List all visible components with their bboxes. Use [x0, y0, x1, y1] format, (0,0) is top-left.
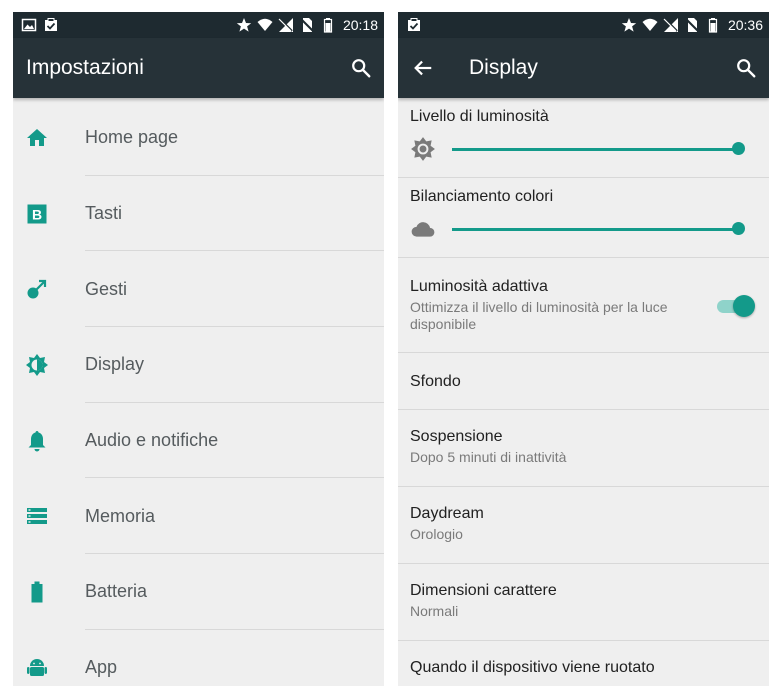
battery-status-icon: [323, 18, 333, 33]
buttons-icon: B: [27, 204, 47, 224]
settings-item-label: App: [85, 657, 118, 678]
sleep-setting[interactable]: Sospensione Dopo 5 minuti di inattività: [398, 410, 769, 487]
wifi-icon: [642, 18, 658, 31]
gallery-notification-icon: [21, 18, 37, 32]
settings-item-gesti[interactable]: Gesti: [13, 251, 384, 328]
color-balance-slider[interactable]: [452, 222, 745, 235]
settings-item-home-page[interactable]: Home page: [13, 100, 384, 176]
search-button[interactable]: [733, 55, 759, 81]
rotation-title: Quando il dispositivo viene ruotato: [410, 659, 655, 676]
app-bar: Impostazioni: [13, 38, 384, 98]
search-icon: [737, 59, 756, 78]
home-icon: [27, 128, 47, 146]
settings-item-memoria[interactable]: Memoria: [13, 478, 384, 555]
settings-list: Home page B Tasti Gesti Display Audio e …: [13, 98, 384, 686]
android-icon: [27, 658, 47, 676]
font-size-title: Dimensioni carattere: [410, 582, 557, 599]
no-signal-icon: [278, 18, 293, 32]
brightness-sun-icon: [411, 137, 435, 161]
daydream-subtitle: Orologio: [410, 526, 463, 542]
toggle-thumb: [733, 295, 755, 317]
daydream-setting[interactable]: Daydream Orologio: [398, 487, 769, 564]
rotation-setting[interactable]: Quando il dispositivo viene ruotato: [398, 641, 769, 686]
color-balance-title: Bilanciamento colori: [410, 188, 554, 205]
settings-screen: 20:18 Impostazioni Home page B Tasti Ges…: [13, 12, 384, 686]
color-balance-setting: Bilanciamento colori: [398, 178, 769, 258]
storage-icon: [27, 508, 47, 525]
settings-item-display[interactable]: Display: [13, 327, 384, 403]
settings-item-label: Display: [85, 354, 145, 375]
back-button[interactable]: [410, 55, 436, 81]
star-icon: [236, 18, 252, 32]
battery-status-icon: [708, 18, 718, 33]
search-icon: [352, 59, 371, 78]
brightness-slider[interactable]: [452, 142, 745, 155]
font-size-subtitle: Normali: [410, 603, 459, 619]
adaptive-brightness-title: Luminosità adattiva: [410, 278, 548, 295]
settings-item-label: Tasti: [85, 203, 123, 224]
adaptive-brightness-setting[interactable]: Luminosità adattiva Ottimizza il livello…: [398, 258, 769, 353]
settings-item-label: Memoria: [85, 505, 156, 526]
brightness-setting: Livello di luminosità: [398, 98, 769, 178]
bell-icon: [28, 430, 46, 452]
clipboard-check-icon: [408, 18, 420, 31]
clipboard-check-icon: [45, 18, 57, 31]
display-settings-screen: 20:36 Display Livello di luminosità Bila…: [398, 12, 769, 686]
settings-item-app[interactable]: App: [13, 630, 384, 686]
brightness-slider-handle[interactable]: [731, 142, 745, 155]
search-button[interactable]: [348, 55, 374, 81]
brightness-title: Livello di luminosità: [410, 108, 549, 125]
settings-item-label: Gesti: [85, 278, 128, 299]
gesture-icon: [27, 280, 47, 299]
settings-item-label: Audio e notifiche: [85, 430, 219, 451]
wifi-icon: [257, 18, 273, 31]
svg-text:B: B: [32, 206, 42, 222]
sleep-title: Sospensione: [410, 428, 503, 445]
sleep-subtitle: Dopo 5 minuti di inattività: [410, 449, 567, 465]
font-size-setting[interactable]: Dimensioni carattere Normali: [398, 564, 769, 641]
display-settings-list: Livello di luminosità Bilanciamento colo…: [398, 98, 769, 686]
back-arrow-icon: [414, 60, 432, 76]
page-title: Display: [469, 56, 538, 79]
status-bar: 20:36: [398, 12, 769, 38]
battery-icon: [31, 581, 43, 603]
no-signal-icon: [663, 18, 678, 32]
adaptive-brightness-subtitle: Ottimizza il livello di luminosità per l…: [410, 299, 668, 332]
settings-item-label: Batteria: [85, 581, 148, 602]
color-balance-slider-handle[interactable]: [731, 222, 745, 235]
star-icon: [621, 18, 637, 32]
wallpaper-title: Sfondo: [410, 372, 461, 390]
page-title: Impostazioni: [26, 56, 144, 79]
no-sim-icon: [300, 18, 314, 32]
app-bar: Display: [398, 38, 769, 98]
no-sim-icon: [685, 18, 699, 32]
daydream-title: Daydream: [410, 505, 484, 522]
status-bar: 20:18: [13, 12, 384, 38]
settings-item-batteria[interactable]: Batteria: [13, 554, 384, 630]
settings-item-tasti[interactable]: B Tasti: [13, 176, 384, 252]
settings-item-audio[interactable]: Audio e notifiche: [13, 403, 384, 479]
adaptive-brightness-toggle[interactable]: [717, 295, 755, 317]
brightness-icon: [26, 353, 48, 376]
wallpaper-setting[interactable]: Sfondo: [398, 353, 769, 410]
clock: 20:36: [727, 17, 763, 33]
clock: 20:18: [342, 17, 378, 33]
settings-item-label: Home page: [85, 127, 179, 148]
cloud-icon: [411, 222, 435, 237]
